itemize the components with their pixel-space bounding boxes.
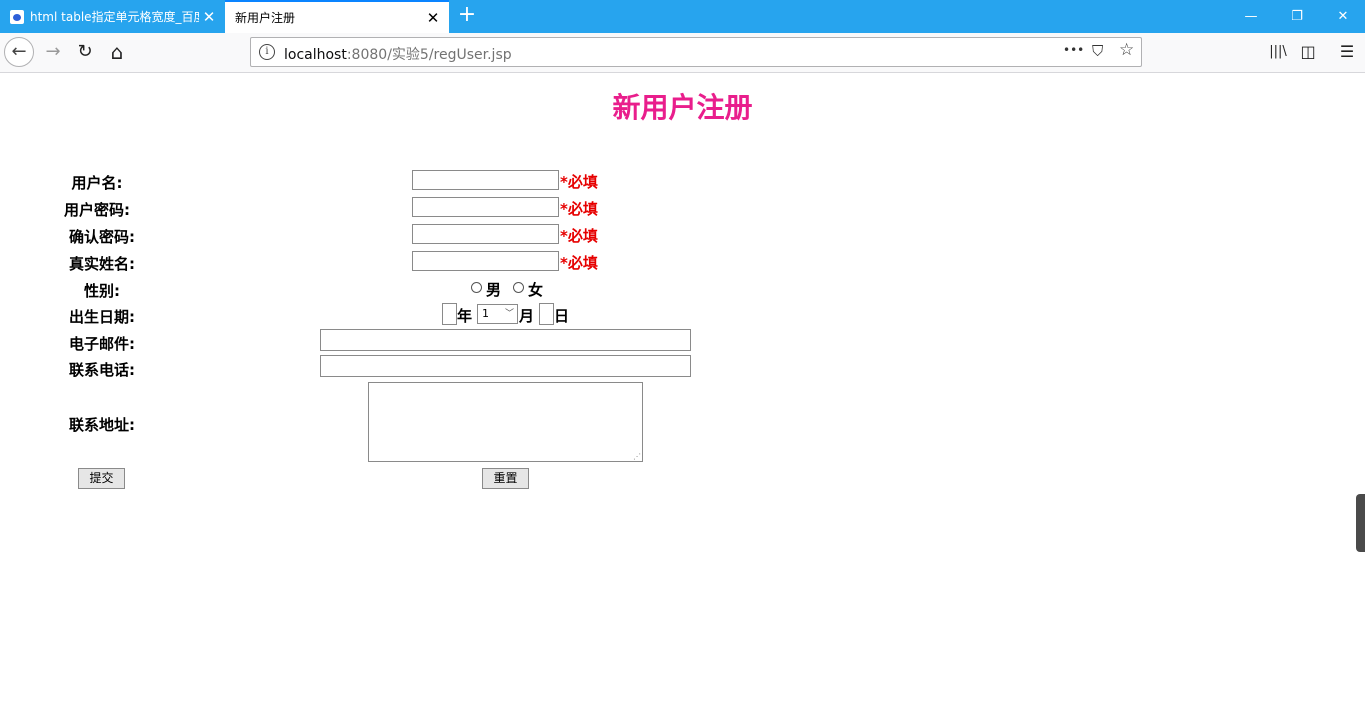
site-info-icon[interactable]: i	[259, 44, 275, 60]
url-path: :8080/实验5/regUser.jsp	[346, 47, 512, 63]
address-label: 联系地址:	[69, 416, 135, 434]
year-unit: 年	[457, 307, 473, 325]
tab-register[interactable]: 新用户注册 ✕	[225, 0, 449, 33]
required-mark: *必填	[560, 173, 598, 191]
chevron-down-icon: ﹀	[504, 309, 514, 319]
month-selected-value: 1	[482, 307, 489, 320]
plus-icon[interactable]: +	[455, 4, 479, 28]
username-input[interactable]	[412, 170, 559, 190]
navigation-bar: ← → ↻ ⌂ i localhost:8080/实验5/regUser.jsp…	[0, 33, 1365, 73]
required-mark: *必填	[560, 200, 598, 218]
gender-female-radio[interactable]	[513, 282, 524, 293]
home-icon[interactable]: ⌂	[103, 38, 131, 66]
tab-title: 新用户注册	[235, 11, 296, 25]
url-bar[interactable]: i localhost:8080/实验5/regUser.jsp ••• ⛉ ☆	[250, 37, 1142, 67]
url-host: localhost	[284, 47, 347, 63]
pocket-icon[interactable]: ⛉	[1092, 42, 1103, 60]
birthdate-label: 出生日期:	[69, 308, 135, 326]
email-label: 电子邮件:	[69, 335, 135, 353]
bookmark-star-icon[interactable]: ☆	[1119, 40, 1134, 60]
real-name-input[interactable]	[412, 251, 559, 271]
reload-icon[interactable]: ↻	[71, 38, 99, 66]
gender-male-label: 男	[486, 281, 502, 299]
menu-icon[interactable]: ☰	[1333, 38, 1361, 66]
minimize-icon[interactable]: —	[1228, 0, 1274, 33]
birth-day-input[interactable]	[539, 303, 554, 325]
forward-arrow-icon[interactable]: →	[39, 38, 67, 66]
day-unit: 日	[554, 307, 570, 325]
email-input[interactable]	[320, 329, 691, 351]
gender-male-radio[interactable]	[471, 282, 482, 293]
required-mark: *必填	[560, 254, 598, 272]
tab-baidu[interactable]: html table指定单元格宽度_百度 ✕	[0, 0, 225, 33]
sidebar-icon[interactable]: ◫	[1294, 38, 1322, 66]
tab-bar: html table指定单元格宽度_百度 ✕ 新用户注册 ✕ + — ❐ ✕	[0, 0, 1365, 33]
phone-input[interactable]	[320, 355, 691, 377]
username-label: 用户名:	[71, 174, 123, 192]
submit-button[interactable]: 提交	[78, 468, 125, 489]
password-input[interactable]	[412, 197, 559, 217]
restore-icon[interactable]: ❐	[1274, 0, 1320, 33]
birth-year-input[interactable]	[442, 303, 457, 325]
side-panel-handle[interactable]	[1356, 494, 1365, 552]
address-textarea[interactable]: ⋰	[368, 382, 643, 462]
back-arrow-icon[interactable]: ←	[4, 37, 34, 67]
page-title: 新用户注册	[612, 91, 753, 124]
close-window-icon[interactable]: ✕	[1320, 0, 1365, 33]
password-label: 用户密码:	[64, 201, 130, 219]
tab-close-icon[interactable]: ✕	[199, 8, 219, 26]
page-actions-icon[interactable]: •••	[1063, 43, 1084, 57]
confirm-password-label: 确认密码:	[69, 228, 135, 246]
birth-month-select[interactable]: 1 ﹀	[477, 304, 518, 324]
tab-close-icon[interactable]: ✕	[423, 9, 443, 27]
phone-label: 联系电话:	[69, 361, 135, 379]
tab-title: html table指定单元格宽度_百度	[30, 10, 199, 24]
real-name-label: 真实姓名:	[69, 255, 135, 273]
month-unit: 月	[519, 307, 535, 325]
required-mark: *必填	[560, 227, 598, 245]
baidu-favicon-icon	[10, 9, 24, 24]
reset-button[interactable]: 重置	[482, 468, 529, 489]
confirm-password-input[interactable]	[412, 224, 559, 244]
resize-grip-icon[interactable]: ⋰	[633, 452, 641, 461]
gender-label: 性别:	[84, 282, 120, 300]
library-icon[interactable]: |||\	[1264, 38, 1292, 66]
gender-female-label: 女	[528, 281, 544, 299]
url-text[interactable]: localhost:8080/实验5/regUser.jsp	[284, 44, 512, 64]
